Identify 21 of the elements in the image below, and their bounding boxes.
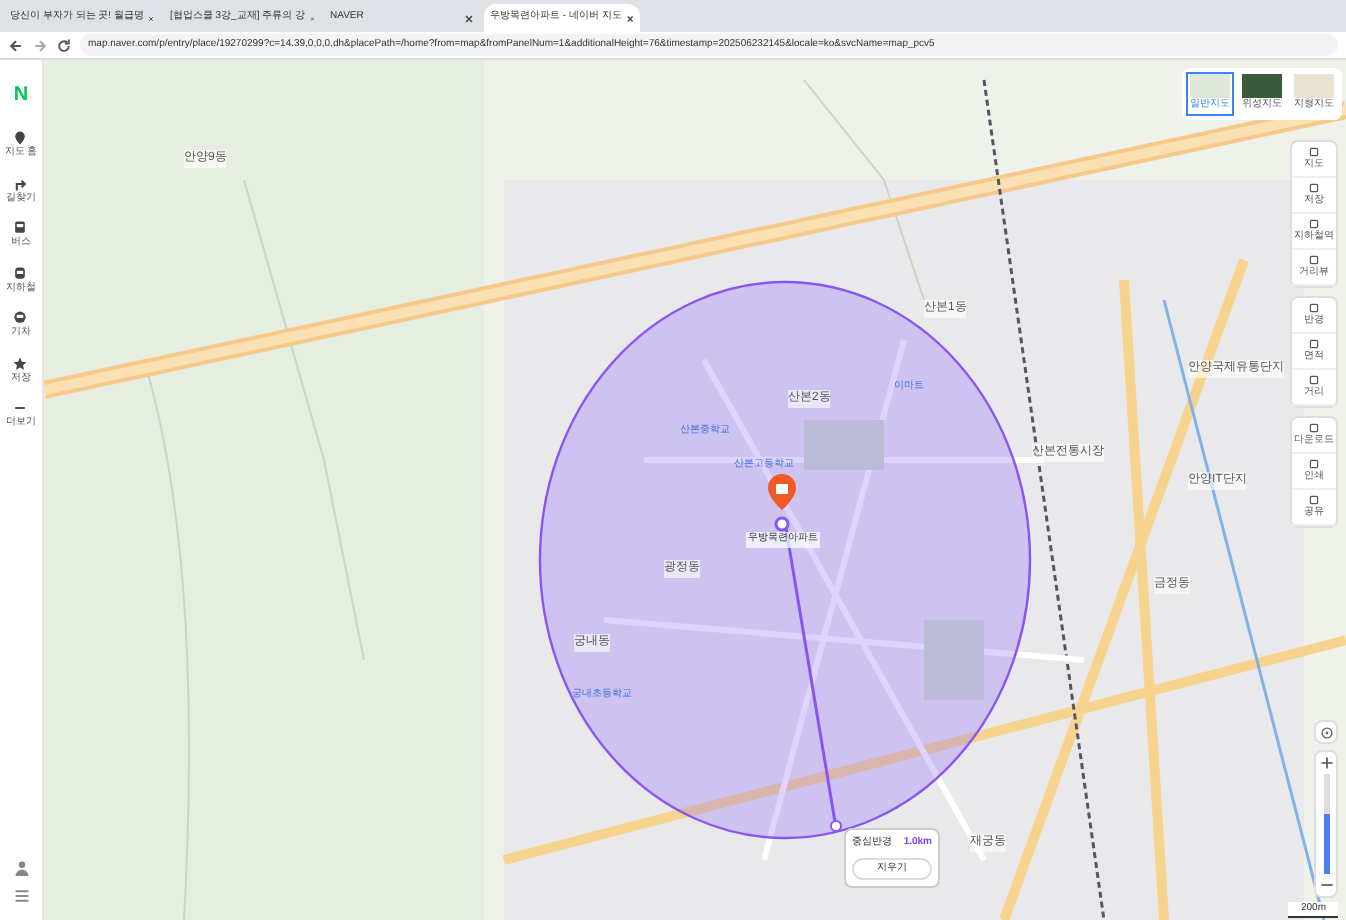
star-icon [12, 355, 29, 371]
map-thumbnail [1242, 74, 1282, 98]
close-icon[interactable] [625, 13, 634, 23]
map-thumbnail [1190, 74, 1230, 98]
close-icon[interactable] [464, 13, 474, 23]
place-marker-icon[interactable] [768, 474, 796, 532]
location-button[interactable] [1314, 720, 1338, 744]
pin-icon [12, 130, 29, 146]
menu-icon[interactable] [13, 888, 29, 904]
zoom-out-icon[interactable] [1319, 878, 1333, 892]
zoom-slider[interactable] [1323, 774, 1329, 874]
subway-icon [12, 265, 29, 281]
reload-icon[interactable] [56, 37, 72, 53]
map-thumbnail [1294, 74, 1334, 98]
target-icon [1319, 725, 1333, 739]
bus-icon [12, 220, 29, 236]
back-icon[interactable] [8, 37, 24, 53]
train-icon [12, 310, 29, 326]
zoom-in-icon[interactable] [1319, 756, 1333, 770]
route-icon [12, 175, 29, 191]
person-icon[interactable] [13, 860, 29, 876]
